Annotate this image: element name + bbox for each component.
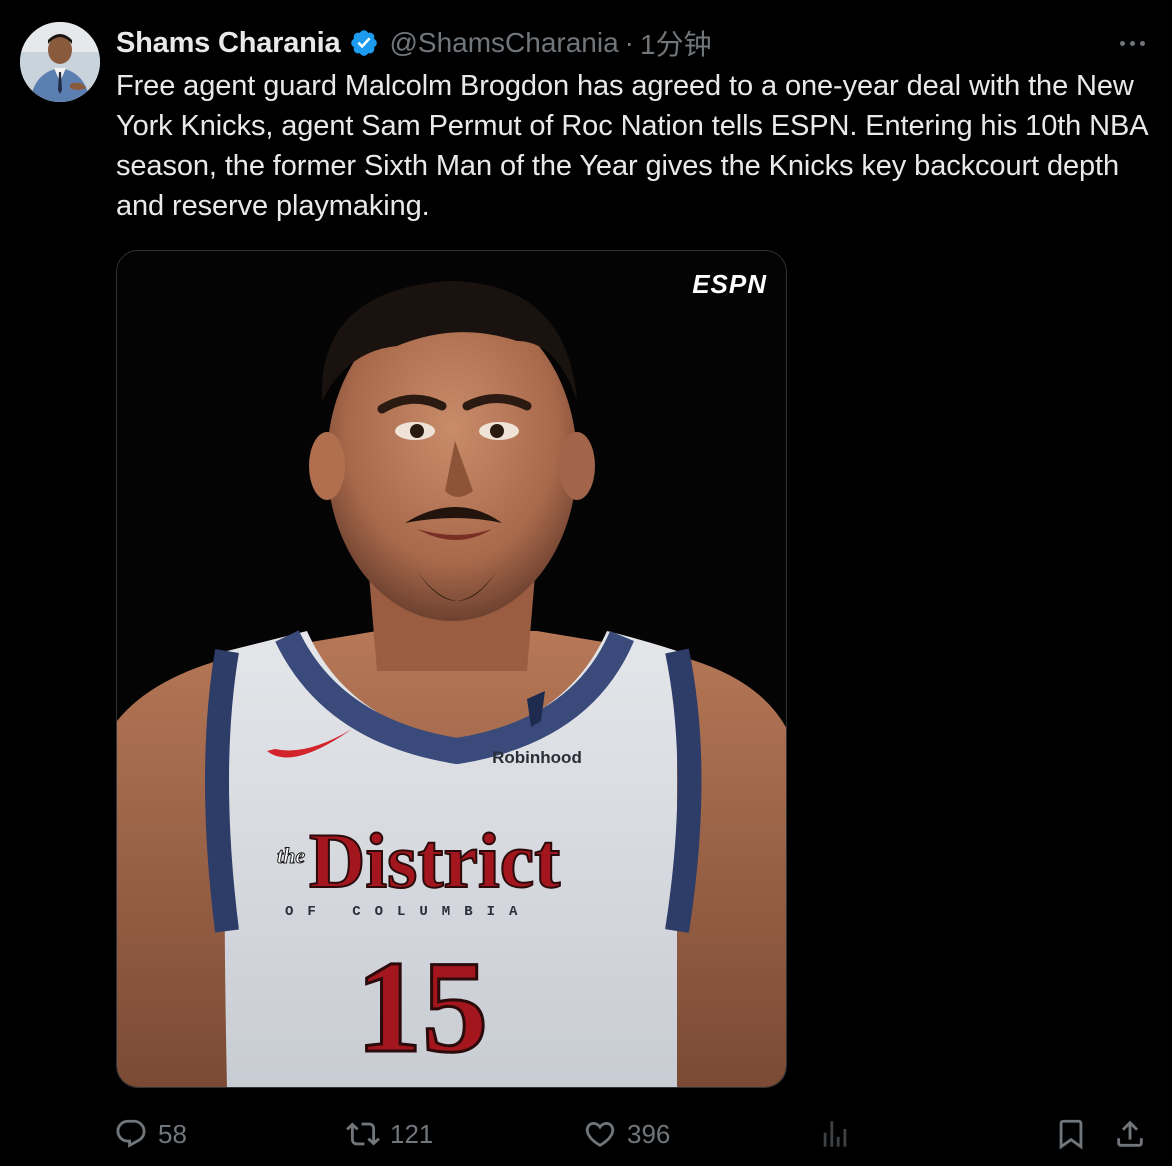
more-options-icon[interactable] [1112,28,1152,58]
jersey-script-small: the [277,843,305,868]
tweet-media-image[interactable]: Robinhood the District OF COLUMBIA 15 ES… [116,250,787,1088]
repost-button[interactable]: 121 [346,1110,433,1158]
like-count: 396 [627,1118,671,1149]
share-button[interactable] [1113,1110,1157,1158]
author-avatar[interactable] [20,22,100,102]
author-display-name[interactable]: Shams Charania [116,27,341,60]
reply-icon [116,1119,146,1148]
repost-icon [346,1122,380,1146]
reply-count: 58 [158,1118,187,1149]
tweet-header: Shams Charania @ShamsCharania · 1分钟 [116,24,712,62]
author-handle[interactable]: @ShamsCharania [389,27,618,59]
repost-count: 121 [390,1118,434,1149]
tweet-actions: 58 121 396 [0,1110,1172,1158]
views-button[interactable] [818,1110,862,1158]
tweet-timestamp[interactable]: 1分钟 [640,23,712,63]
tweet: Shams Charania @ShamsCharania · 1分钟 Free… [0,0,1172,1166]
jersey-subtitle: OF COLUMBIA [285,904,531,920]
jersey-number: 15 [356,933,488,1080]
share-icon [1117,1120,1143,1147]
jersey-sponsor-text: Robinhood [492,748,582,767]
like-icon [585,1121,615,1147]
reply-button[interactable]: 58 [114,1110,187,1158]
tweet-text: Free agent guard Malcolm Brogdon has agr… [116,70,1147,222]
espn-watermark: ESPN [692,269,767,299]
separator-dot: · [624,27,634,58]
views-icon [823,1121,847,1147]
verified-badge-icon[interactable] [349,28,379,58]
bookmark-button[interactable] [1054,1110,1098,1158]
like-button[interactable]: 396 [583,1110,670,1158]
jersey-script-main: District [309,817,560,904]
bookmark-icon [1059,1119,1083,1150]
